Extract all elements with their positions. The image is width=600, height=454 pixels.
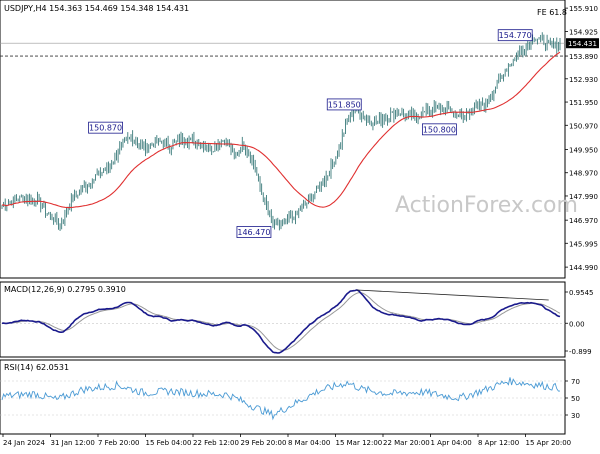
- rsi-axis-label: 70: [571, 378, 580, 386]
- time-axis: 24 Jan 2024 31 Jan 12:00 7 Feb 20:00 15 Feb…: [2, 434, 572, 447]
- time-axis-label: 15 Feb 04:00: [146, 439, 192, 447]
- symbol-info: USDJPY,H4 154.363 154.469 154.348 154.43…: [4, 4, 189, 13]
- time-axis-label: 15 Apr 20:00: [526, 439, 572, 447]
- current-price-label: 154.431: [568, 40, 597, 48]
- price-axis-label: 145.995: [569, 240, 598, 248]
- time-axis-label: 8 Apr 12:00: [478, 439, 519, 447]
- price-annotation-label: 150.870: [89, 124, 122, 133]
- time-axis-label: 24 Jan 2024: [3, 439, 46, 447]
- rsi-axis: 70 50 30: [565, 378, 580, 420]
- time-axis-label: 8 Mar 04:00: [288, 439, 330, 447]
- rsi-label: RSI(14) 62.0531: [4, 363, 69, 372]
- time-axis-label: 7 Feb 20:00: [98, 439, 139, 447]
- price-annotation-label: 146.470: [237, 228, 270, 237]
- rsi-axis-label: 30: [571, 412, 580, 420]
- price-axis-label: 147.990: [569, 193, 598, 201]
- macd-axis-label: 0.9545: [569, 289, 594, 297]
- time-axis-label: 31 Jan 12:00: [51, 439, 95, 447]
- rsi-panel-frame: [0, 359, 566, 435]
- chart-canvas[interactable]: ActionForex.com 154.770 151.850 150.870 150…: [0, 0, 600, 450]
- fib-label: FE 61.8: [537, 8, 567, 17]
- macd-axis-label: 0.00: [569, 320, 585, 328]
- price-axis-label: 150.970: [569, 122, 598, 130]
- price-axis-label: 155.910: [569, 5, 598, 13]
- chart-window: ActionForex.com 154.770 151.850 150.870 150…: [0, 0, 600, 450]
- price-axis-label: 154.925: [569, 28, 598, 36]
- watermark: ActionForex.com: [395, 193, 578, 218]
- time-axis-label: 15 Mar 12:00: [336, 439, 383, 447]
- price-axis-label: 146.970: [569, 217, 598, 225]
- price-annotation-label: 150.800: [423, 125, 456, 134]
- time-axis-label: 1 Apr 04:00: [431, 439, 472, 447]
- time-axis-label: 22 Feb 12:00: [193, 439, 239, 447]
- time-axis-label: 22 Mar 20:00: [383, 439, 430, 447]
- rsi-axis-label: 50: [571, 395, 580, 403]
- price-axis-label: 151.950: [569, 99, 598, 107]
- macd-axis: 0.9545 0.00 -0.899: [565, 289, 594, 356]
- price-axis-label: 152.930: [569, 76, 598, 84]
- price-axis-label: 148.970: [569, 170, 598, 178]
- macd-label: MACD(12,26,9) 0.2795 0.3910: [4, 285, 126, 294]
- price-panel-frame: [0, 0, 566, 279]
- price-axis-label: 149.950: [569, 146, 598, 154]
- macd-axis-label: -0.899: [569, 348, 592, 356]
- price-axis-label: 144.990: [569, 264, 598, 272]
- price-annotation-label: 151.850: [328, 100, 361, 109]
- price-axis-label: 153.890: [569, 53, 598, 61]
- time-axis-label: 29 Feb 20:00: [241, 439, 287, 447]
- price-axis: 155.910 154.925 153.890 152.930 151.950 150.9…: [565, 5, 599, 272]
- price-annotation-label: 154.770: [499, 31, 532, 40]
